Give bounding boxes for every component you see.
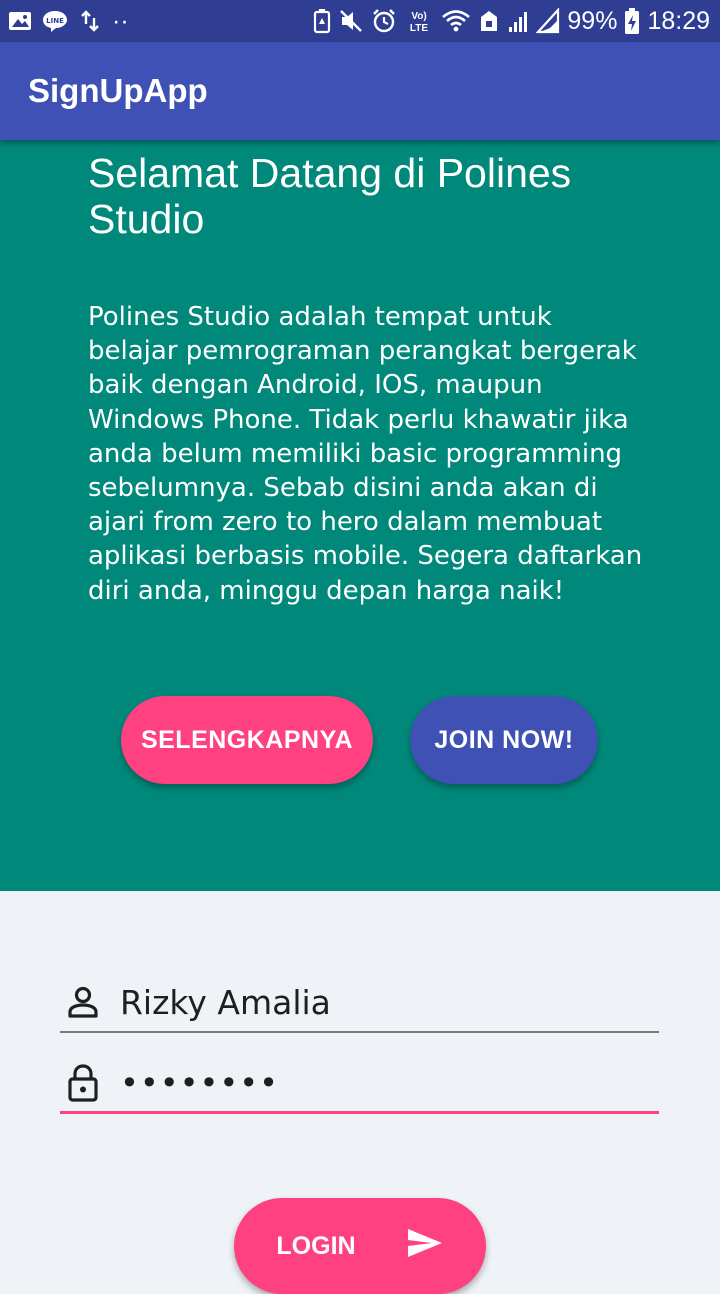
nfc-icon <box>478 9 500 33</box>
join-now-button[interactable]: JOIN NOW! <box>410 696 598 784</box>
battery-charging-icon <box>624 7 640 35</box>
battery-saver-icon <box>313 8 331 34</box>
app-title: SignUpApp <box>28 72 208 109</box>
transfer-icon <box>78 9 102 33</box>
mute-icon <box>338 8 364 34</box>
battery-percent: 99% <box>567 6 618 35</box>
more-button[interactable]: SELENGKAPNYA <box>121 696 373 784</box>
app-bar: SignUpApp <box>0 42 720 140</box>
svg-text:LINE: LINE <box>46 17 64 25</box>
status-bar: LINE ·· Vo) LTE 99% 18:29 <box>0 0 720 42</box>
welcome-description: Polines Studio adalah tempat untuk belaj… <box>88 302 643 606</box>
clock: 18:29 <box>647 6 710 35</box>
alarm-icon <box>371 8 397 34</box>
volte-icon: Vo) LTE <box>404 8 434 34</box>
signal-icon <box>507 9 529 33</box>
login-label: LOGIN <box>276 1231 356 1260</box>
line-icon: LINE <box>42 9 68 33</box>
username-input[interactable]: Rizky Amalia <box>120 983 331 1022</box>
svg-text:Vo): Vo) <box>412 11 427 22</box>
password-field[interactable]: •••••••• <box>60 1054 659 1114</box>
wifi-icon <box>441 9 471 33</box>
welcome-section: Selamat Datang di Polines Studio Polines… <box>0 140 720 891</box>
svg-text:LTE: LTE <box>410 23 428 34</box>
username-field[interactable]: Rizky Amalia <box>60 973 659 1033</box>
welcome-title: Selamat Datang di Polines Studio <box>88 150 572 242</box>
send-icon <box>406 1227 444 1266</box>
signal-icon <box>536 8 560 34</box>
status-right: Vo) LTE 99% 18:29 <box>313 7 710 36</box>
person-icon <box>62 981 104 1023</box>
status-dots: ·· <box>112 6 129 35</box>
password-input[interactable]: •••••••• <box>120 1064 279 1102</box>
status-left: LINE ·· <box>8 7 129 36</box>
gallery-icon <box>8 10 32 32</box>
lock-icon <box>62 1062 104 1104</box>
